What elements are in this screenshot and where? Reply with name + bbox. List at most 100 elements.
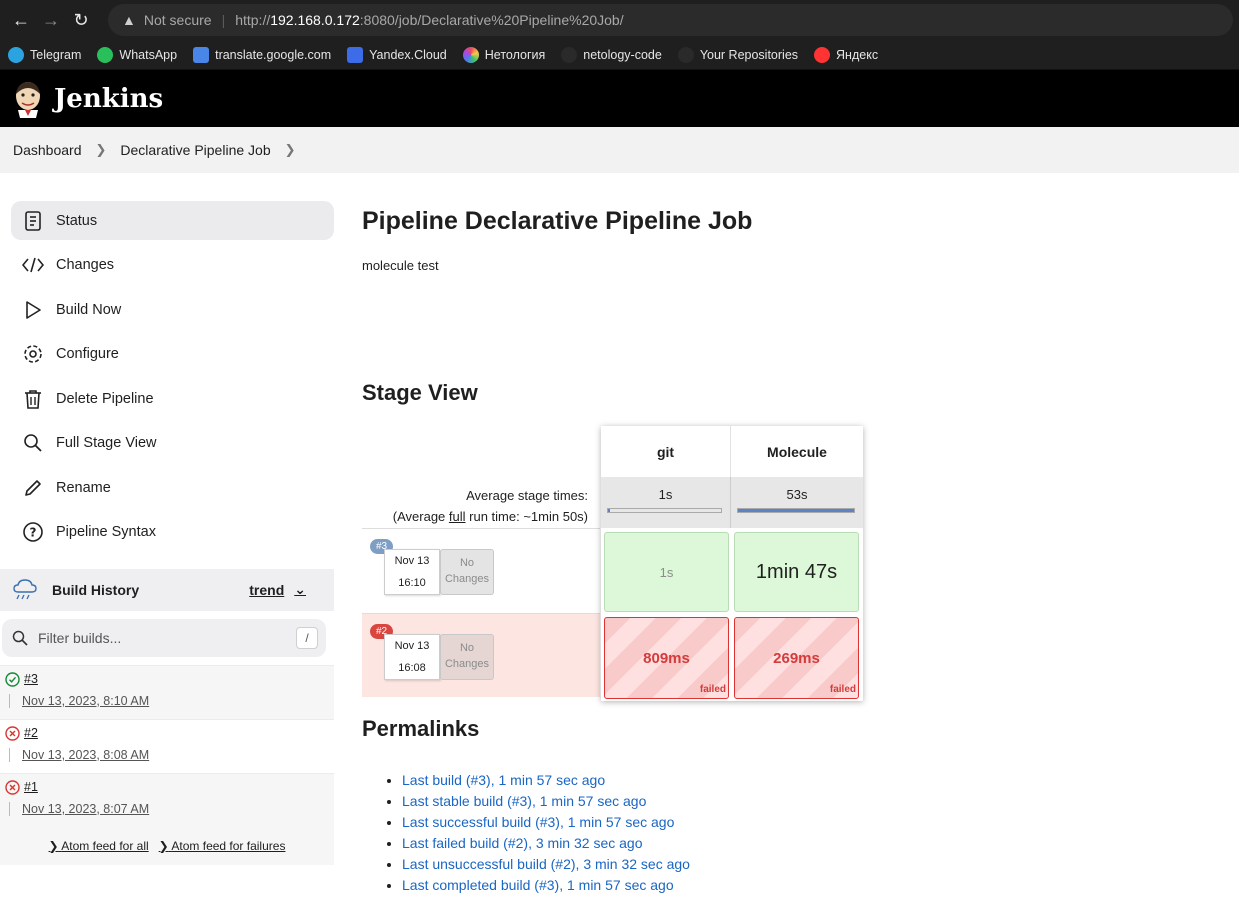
- stage-cell-failed[interactable]: 269ms failed: [734, 617, 859, 699]
- filter-wrapper: Filter builds... /: [0, 610, 334, 665]
- build-number[interactable]: #2: [24, 726, 38, 740]
- avg-bar: [607, 508, 722, 513]
- permalink[interactable]: Last unsuccessful build (#2), 3 min 32 s…: [402, 854, 1239, 875]
- stage-cell[interactable]: 1s: [604, 532, 729, 612]
- build-number[interactable]: #1: [24, 780, 38, 794]
- permalink[interactable]: Last completed build (#3), 1 min 57 sec …: [402, 875, 1239, 896]
- stage-view-title: Stage View: [362, 380, 478, 405]
- task-full-stage-view[interactable]: Full Stage View: [11, 424, 334, 463]
- task-status[interactable]: Status: [11, 201, 334, 240]
- back-icon[interactable]: ←: [6, 5, 36, 35]
- permalink[interactable]: Last stable build (#3), 1 min 57 sec ago: [402, 791, 1239, 812]
- permalink[interactable]: Last successful build (#3), 1 min 57 sec…: [402, 812, 1239, 833]
- task-rename[interactable]: Rename: [11, 468, 334, 507]
- bookmarks-bar: Telegram WhatsApp translate.google.com Y…: [0, 40, 1239, 70]
- svg-text:?: ?: [30, 526, 37, 540]
- feed-failures-link[interactable]: ❯ Atom feed for failures: [159, 839, 286, 853]
- avg-bar: [737, 508, 855, 513]
- jenkins-logo-icon[interactable]: [12, 80, 44, 118]
- github-icon: [677, 46, 694, 63]
- avg-full-link[interactable]: full: [449, 509, 466, 524]
- build-date[interactable]: Nov 13, 2023, 8:10 AM: [9, 693, 334, 708]
- stage-view: Average stage times: (Average full run t…: [362, 426, 1239, 716]
- stage-header: Molecule: [731, 426, 863, 477]
- bookmark-your-repositories[interactable]: Your Repositories: [677, 46, 798, 63]
- bookmark-netology-code[interactable]: netology-code: [561, 46, 662, 63]
- telegram-icon: [8, 46, 24, 63]
- stage-avg-labels: Average stage times: (Average full run t…: [362, 477, 600, 528]
- task-build-now[interactable]: Build Now: [11, 290, 334, 329]
- jenkins-header: Jenkins: [0, 70, 1239, 127]
- permalink[interactable]: Last build (#3), 1 min 57 sec ago: [402, 770, 1239, 791]
- failed-icon: [5, 779, 20, 795]
- build-date[interactable]: Nov 13, 2023, 8:08 AM: [9, 747, 334, 762]
- breadcrumb-dashboard[interactable]: Dashboard: [13, 142, 82, 158]
- stage-table: git 1s Molecule 53s 1s 1min 47s 809ms fai…: [601, 426, 863, 701]
- feed-all-link[interactable]: ❯ Atom feed for all: [49, 839, 149, 853]
- build-row[interactable]: #3 Nov 13, 2023, 8:10 AM: [0, 664, 334, 719]
- main-panel: Pipeline Declarative Pipeline Job molecu…: [334, 173, 1239, 896]
- rss-icon: ❯: [158, 838, 169, 853]
- jenkins-title[interactable]: Jenkins: [54, 84, 163, 114]
- permalink[interactable]: Last failed build (#2), 3 min 32 sec ago: [402, 833, 1239, 854]
- bookmark-netologia[interactable]: Нетология: [462, 46, 545, 63]
- page-title: Pipeline Declarative Pipeline Job: [362, 207, 753, 235]
- bookmark-telegram[interactable]: Telegram: [8, 46, 81, 63]
- chevron-right-icon[interactable]: ❯: [285, 142, 296, 158]
- build-history-title: Build History: [52, 581, 140, 598]
- search-icon: [21, 431, 45, 455]
- build-date[interactable]: Nov 13, 2023, 8:07 AM: [9, 801, 334, 816]
- stage-cell[interactable]: 1min 47s: [734, 532, 859, 612]
- code-icon: [21, 253, 45, 277]
- trend-link[interactable]: trend ⌄: [249, 581, 306, 598]
- build-row[interactable]: #1 Nov 13, 2023, 8:07 AM: [0, 772, 334, 827]
- help-icon: ?: [21, 520, 45, 544]
- chevron-right-icon: ❯: [95, 142, 107, 157]
- task-changes[interactable]: Changes: [11, 246, 334, 285]
- not-secure-label: Not secure: [143, 12, 212, 28]
- failed-icon: [5, 725, 20, 741]
- avg-run-label: (Average full run time: ~1min 50s): [392, 509, 588, 524]
- play-icon: [21, 298, 45, 322]
- sidebar: Status Changes Build Now Configure Delet…: [0, 173, 334, 896]
- avg-bar-fill: [608, 509, 611, 512]
- stage-cell-failed[interactable]: 809ms failed: [604, 617, 729, 699]
- breadcrumb-job[interactable]: Declarative Pipeline Job: [120, 142, 270, 158]
- task-configure[interactable]: Configure: [11, 335, 334, 374]
- address-separator: |: [221, 12, 226, 28]
- reload-icon[interactable]: ↻: [66, 5, 96, 35]
- translate-icon: [193, 46, 210, 63]
- atom-feeds: ❯ Atom feed for all ❯ Atom feed for fail…: [0, 827, 334, 865]
- trash-icon: [21, 387, 45, 411]
- address-bar[interactable]: ▲ Not secure | http://192.168.0.172:8080…: [108, 4, 1233, 36]
- run-date: Nov 13 16:10: [384, 549, 440, 595]
- whatsapp-icon: [97, 46, 114, 63]
- yandex-cloud-icon: [347, 46, 364, 63]
- task-pipeline-syntax[interactable]: ? Pipeline Syntax: [11, 513, 334, 552]
- warning-icon: ▲: [122, 12, 136, 28]
- avg-bar-fill: [738, 509, 854, 512]
- bookmark-translate[interactable]: translate.google.com: [193, 46, 331, 63]
- task-delete-pipeline[interactable]: Delete Pipeline: [11, 379, 334, 418]
- bookmark-yandex[interactable]: Яндекс: [814, 46, 878, 63]
- url-host: 192.168.0.172: [270, 12, 360, 28]
- no-changes-box: No Changes: [440, 549, 494, 595]
- build-number[interactable]: #3: [24, 672, 38, 686]
- filter-builds-input[interactable]: Filter builds... /: [2, 618, 326, 657]
- url-rest: :8080/job/Declarative%20Pipeline%20Job/: [359, 12, 624, 28]
- run-date: Nov 13 16:08: [384, 634, 440, 680]
- bookmark-whatsapp[interactable]: WhatsApp: [97, 46, 177, 63]
- stage-column-git: git 1s: [601, 426, 731, 528]
- build-row[interactable]: #2 Nov 13, 2023, 8:08 AM: [0, 718, 334, 773]
- chevron-down-icon[interactable]: ⌄: [294, 581, 306, 598]
- stage-header: git: [601, 426, 731, 477]
- job-description: molecule test: [362, 258, 439, 273]
- forward-icon[interactable]: →: [36, 5, 66, 35]
- bookmark-yandex-cloud[interactable]: Yandex.Cloud: [347, 46, 447, 63]
- yandex-icon: [814, 46, 831, 63]
- url-prefix: http://: [235, 12, 271, 28]
- build-history-header: Build History trend ⌄: [0, 568, 334, 611]
- run-row-3: #3 Nov 13 16:10 No Changes: [362, 528, 600, 613]
- github-icon: [561, 46, 578, 63]
- failed-label: failed: [699, 684, 726, 695]
